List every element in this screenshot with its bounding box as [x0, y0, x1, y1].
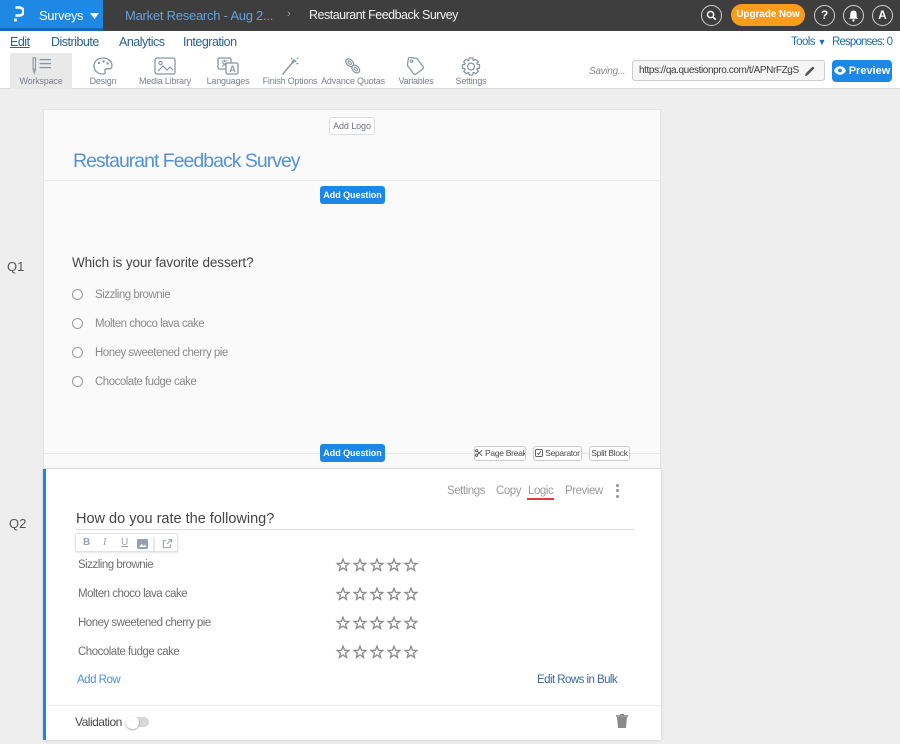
svg-text:A: A [229, 64, 236, 74]
